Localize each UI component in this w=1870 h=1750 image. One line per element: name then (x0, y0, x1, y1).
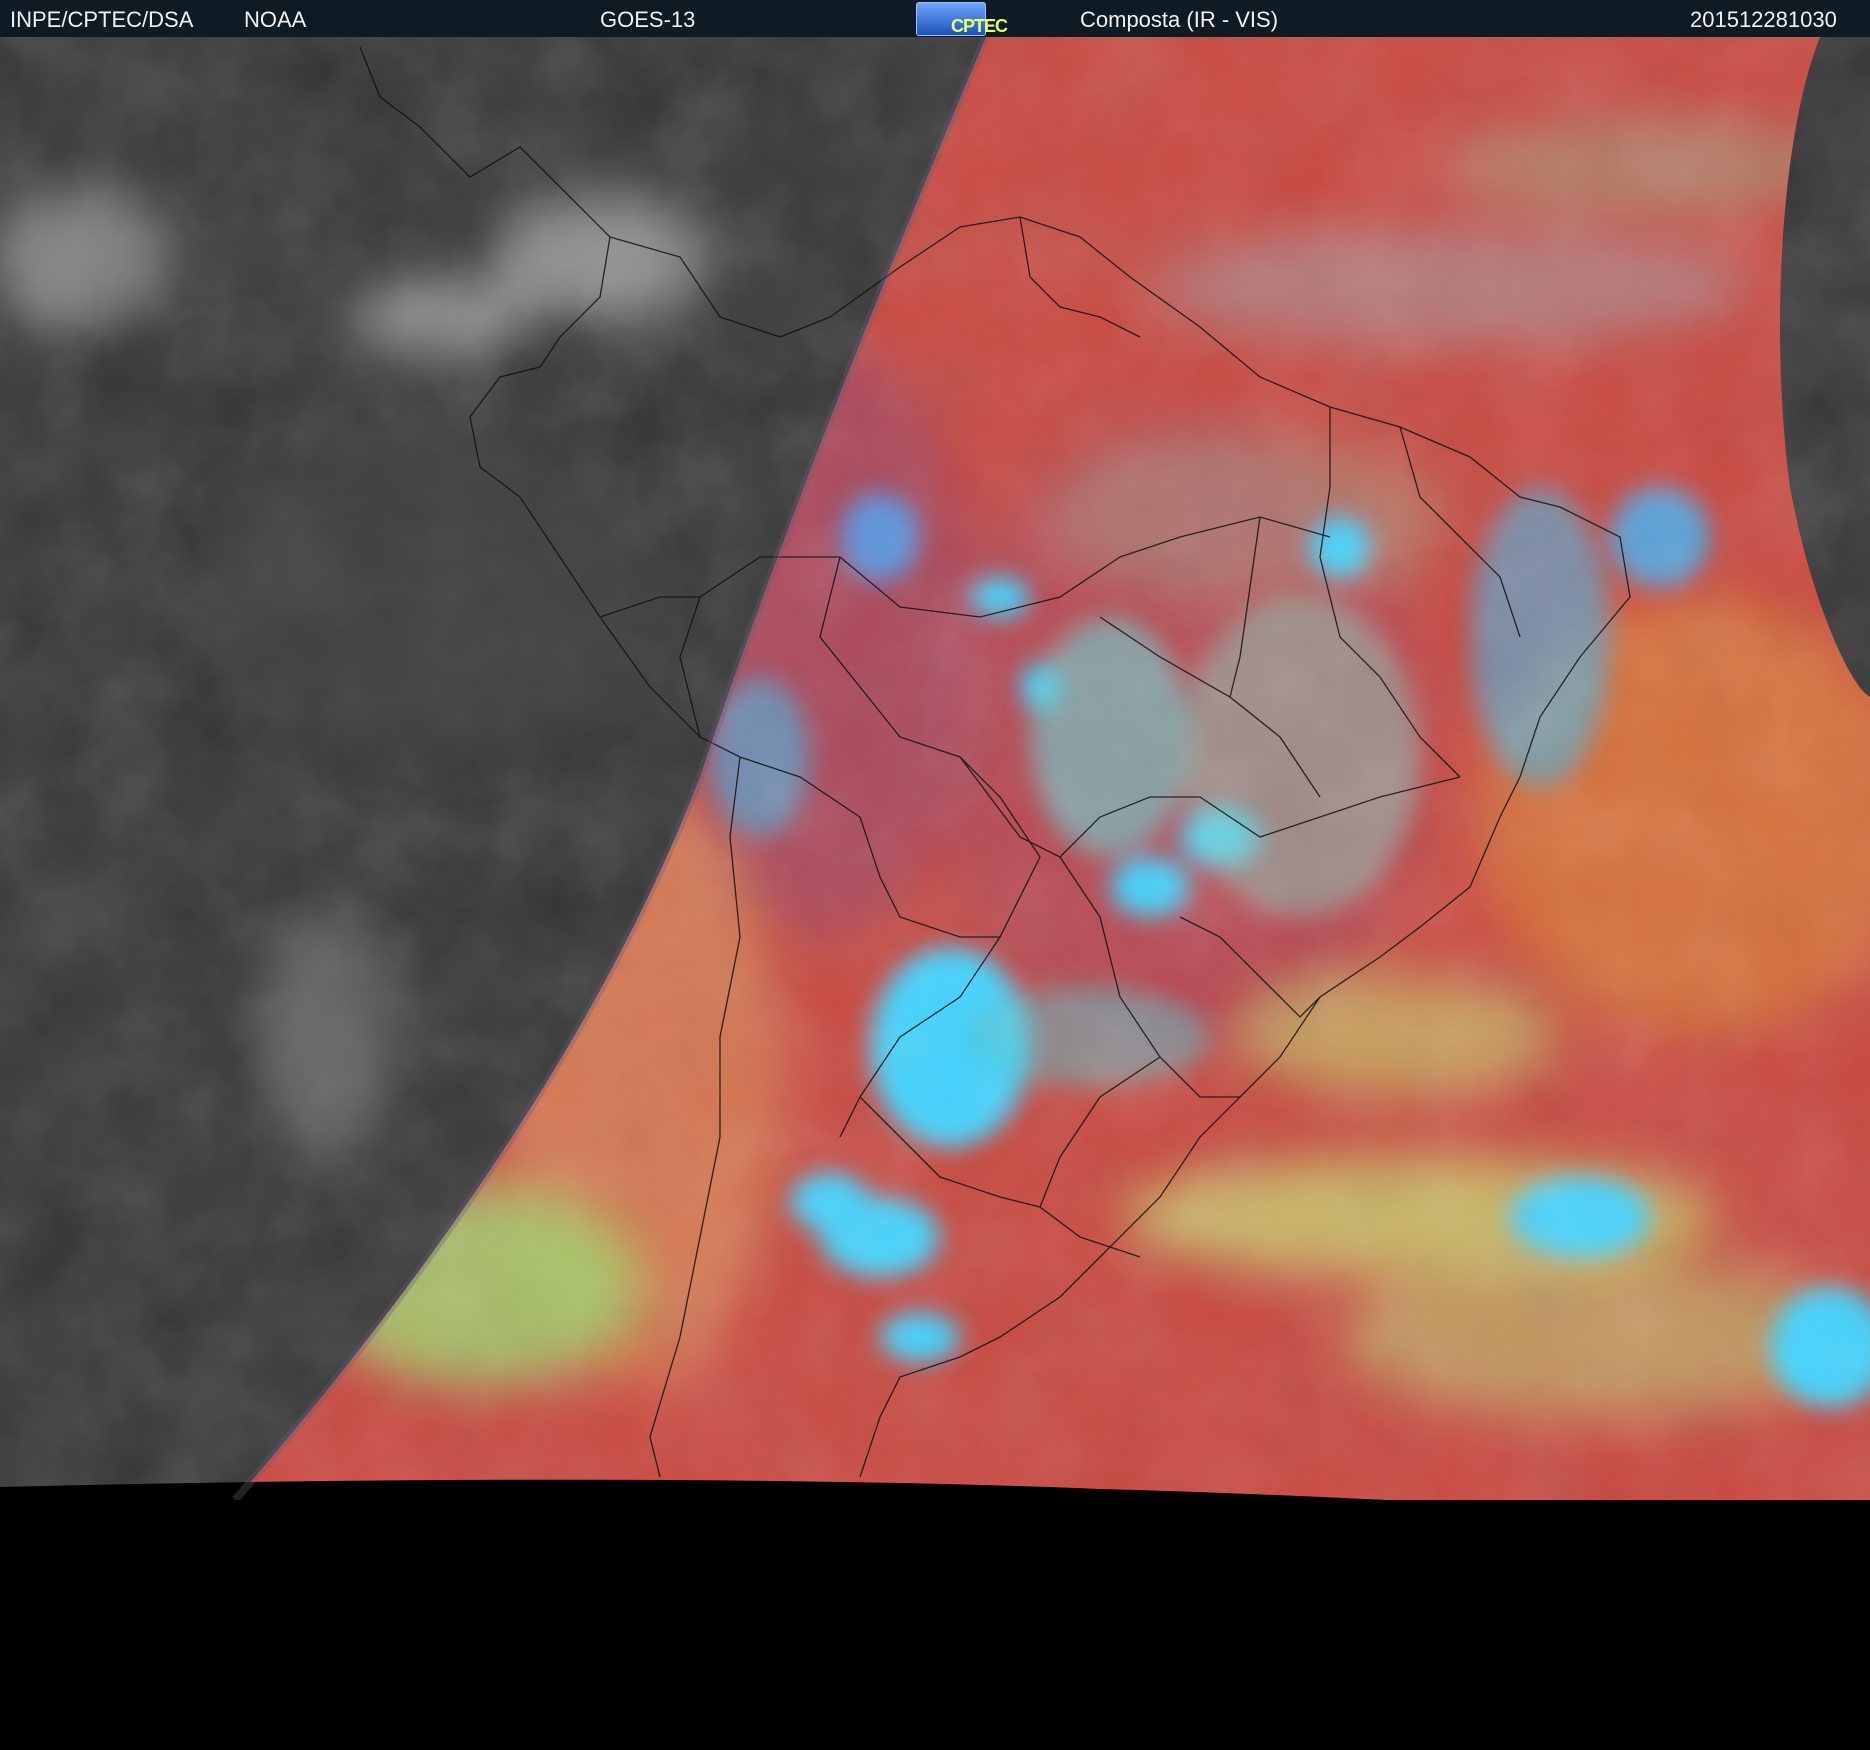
provider-label: NOAA (244, 7, 307, 32)
agency-label: INPE/CPTEC/DSA (10, 7, 194, 32)
timestamp-label: 201512281030 (1690, 7, 1837, 32)
image-header-bar: INPE/CPTEC/DSA NOAA GOES-13 CPTEC Compos… (0, 0, 1870, 37)
cptec-logo: CPTEC (916, 2, 1008, 36)
satellite-composite-map (0, 37, 1870, 1500)
satellite-label: GOES-13 (600, 7, 696, 32)
black-space-background (0, 1500, 1870, 1750)
product-label: Composta (IR - VIS) (1080, 7, 1279, 32)
